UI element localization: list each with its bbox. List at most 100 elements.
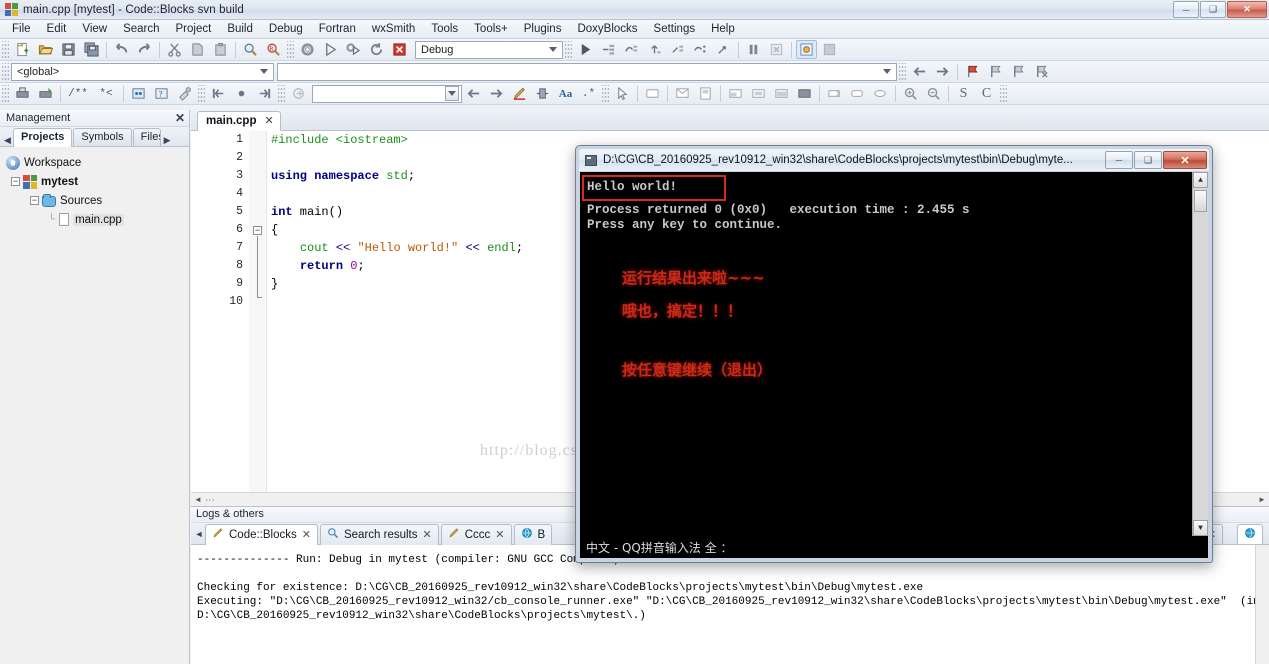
- search-next-icon[interactable]: [486, 84, 507, 103]
- abort-icon[interactable]: [389, 40, 410, 59]
- tree-node-folder[interactable]: − Sources: [6, 191, 189, 210]
- redo-icon[interactable]: [134, 40, 155, 59]
- tab-symbols[interactable]: Symbols: [73, 128, 132, 146]
- find-icon[interactable]: [240, 40, 261, 59]
- tree-node-workspace[interactable]: Workspace: [6, 153, 189, 172]
- layout-split-icon[interactable]: [771, 84, 792, 103]
- build-icon[interactable]: [297, 40, 318, 59]
- tree-node-project[interactable]: − mytest: [6, 172, 189, 191]
- tab-scroll-left-icon[interactable]: ◀: [2, 135, 13, 146]
- zoom-in-icon[interactable]: [900, 84, 921, 103]
- symbol-combo[interactable]: [277, 62, 897, 81]
- logs-vertical-scrollbar[interactable]: [1255, 545, 1269, 664]
- logs-tab-codeblocks[interactable]: Code::Blocks ✕: [205, 524, 318, 545]
- debug-next-instruction-icon[interactable]: [713, 40, 734, 59]
- menu-search[interactable]: Search: [115, 21, 167, 37]
- shape-oval-icon[interactable]: [870, 84, 891, 103]
- console-titlebar[interactable]: D:\CG\CB_20160925_rev10912_win32\share\C…: [579, 149, 1209, 171]
- menu-build[interactable]: Build: [219, 21, 261, 37]
- tab-projects[interactable]: Projects: [13, 128, 73, 147]
- menu-tools[interactable]: Tools: [423, 21, 466, 37]
- chevron-down-icon[interactable]: [883, 69, 891, 74]
- new-file-icon[interactable]: [12, 40, 33, 59]
- menu-settings[interactable]: Settings: [646, 21, 704, 37]
- collapse-icon[interactable]: −: [11, 177, 20, 186]
- menu-file[interactable]: File: [4, 21, 39, 37]
- c-icon[interactable]: C: [976, 84, 997, 103]
- doxyblocks-config-icon[interactable]: [174, 84, 195, 103]
- toolbar-grip[interactable]: [2, 84, 9, 103]
- scope-combo[interactable]: <global>: [11, 62, 274, 81]
- logs-tab-search-results[interactable]: Search results ✕: [319, 524, 439, 545]
- build-and-run-icon[interactable]: [343, 40, 364, 59]
- whitespace-icon[interactable]: [532, 84, 553, 103]
- layout-bottom-icon[interactable]: [748, 84, 769, 103]
- save-all-icon[interactable]: [81, 40, 102, 59]
- close-icon[interactable]: ✕: [175, 111, 185, 125]
- s-icon[interactable]: S: [953, 84, 974, 103]
- bookmark-toggle-icon[interactable]: [962, 62, 983, 81]
- debug-stop-icon[interactable]: [766, 40, 787, 59]
- menu-fortran[interactable]: Fortran: [311, 21, 364, 37]
- logs-tab-far-right[interactable]: [1237, 524, 1263, 544]
- open-file-icon[interactable]: [35, 40, 56, 59]
- incremental-search-icon[interactable]: [288, 84, 309, 103]
- debugging-windows-icon[interactable]: [796, 40, 817, 59]
- back-icon[interactable]: [909, 62, 930, 81]
- console-vertical-scrollbar[interactable]: ▲ ▼: [1192, 172, 1208, 536]
- toolbar-grip[interactable]: [198, 84, 205, 103]
- copy-icon[interactable]: [187, 40, 208, 59]
- minimize-button[interactable]: ─: [1173, 1, 1199, 18]
- bookmark-prev-icon[interactable]: [985, 62, 1006, 81]
- console-window[interactable]: D:\CG\CB_20160925_rev10912_win32\share\C…: [575, 145, 1213, 563]
- scroll-left-icon[interactable]: ◄: [191, 495, 205, 504]
- tree-node-file[interactable]: └ main.cpp: [6, 210, 189, 229]
- doxyblocks-run-icon[interactable]: [12, 84, 33, 103]
- scroll-up-icon[interactable]: ▲: [1193, 172, 1208, 188]
- debug-step-into-icon[interactable]: [598, 40, 619, 59]
- layout-grid-icon[interactable]: [794, 84, 815, 103]
- shape-rect-icon[interactable]: [824, 84, 845, 103]
- doxyblocks-extract-icon[interactable]: [35, 84, 56, 103]
- nav-first-icon[interactable]: [208, 84, 229, 103]
- debug-step-instruction-icon[interactable]: [667, 40, 688, 59]
- console-maximize-button[interactable]: ❑: [1134, 151, 1162, 169]
- save-icon[interactable]: [58, 40, 79, 59]
- cut-icon[interactable]: [164, 40, 185, 59]
- various-info-icon[interactable]: [819, 40, 840, 59]
- paste-icon[interactable]: [210, 40, 231, 59]
- toolbar-grip[interactable]: [278, 84, 285, 103]
- logs-tab-cccc[interactable]: Cccc ✕: [440, 524, 512, 545]
- debug-step-over-icon[interactable]: [621, 40, 642, 59]
- dialog-icon[interactable]: [672, 84, 693, 103]
- fold-column[interactable]: −: [249, 131, 267, 492]
- doxyblocks-comment-icon[interactable]: /**: [65, 84, 91, 103]
- forward-icon[interactable]: [932, 62, 953, 81]
- fold-toggle-icon[interactable]: −: [253, 226, 262, 235]
- editor-tab-main-cpp[interactable]: main.cpp ✕: [197, 111, 281, 131]
- menu-help[interactable]: Help: [703, 21, 743, 37]
- doxyblocks-help-icon[interactable]: ?: [151, 84, 172, 103]
- menu-tools-plus[interactable]: Tools+: [466, 21, 516, 37]
- highlight-icon[interactable]: [509, 84, 530, 103]
- tab-scroll-right-icon[interactable]: ▶: [162, 135, 173, 146]
- layout-top-icon[interactable]: [725, 84, 746, 103]
- console-minimize-button[interactable]: ─: [1105, 151, 1133, 169]
- menu-view[interactable]: View: [74, 21, 115, 37]
- frame-icon[interactable]: [695, 84, 716, 103]
- chevron-down-icon[interactable]: [448, 91, 456, 96]
- close-icon[interactable]: ✕: [495, 528, 504, 541]
- debug-step-out-icon[interactable]: [644, 40, 665, 59]
- rebuild-icon[interactable]: [366, 40, 387, 59]
- doxyblocks-wizard-icon[interactable]: [128, 84, 149, 103]
- undo-icon[interactable]: [111, 40, 132, 59]
- logs-tab-build-log[interactable]: B: [513, 524, 553, 545]
- toolbar-grip[interactable]: [602, 84, 609, 103]
- close-button[interactable]: ✕: [1227, 1, 1267, 18]
- case-sensitive-icon[interactable]: Aa: [555, 84, 576, 103]
- shape-round-icon[interactable]: [847, 84, 868, 103]
- toolbar-grip[interactable]: [2, 40, 9, 59]
- replace-icon[interactable]: R: [263, 40, 284, 59]
- run-icon[interactable]: [320, 40, 341, 59]
- scroll-right-icon[interactable]: ►: [1255, 495, 1269, 504]
